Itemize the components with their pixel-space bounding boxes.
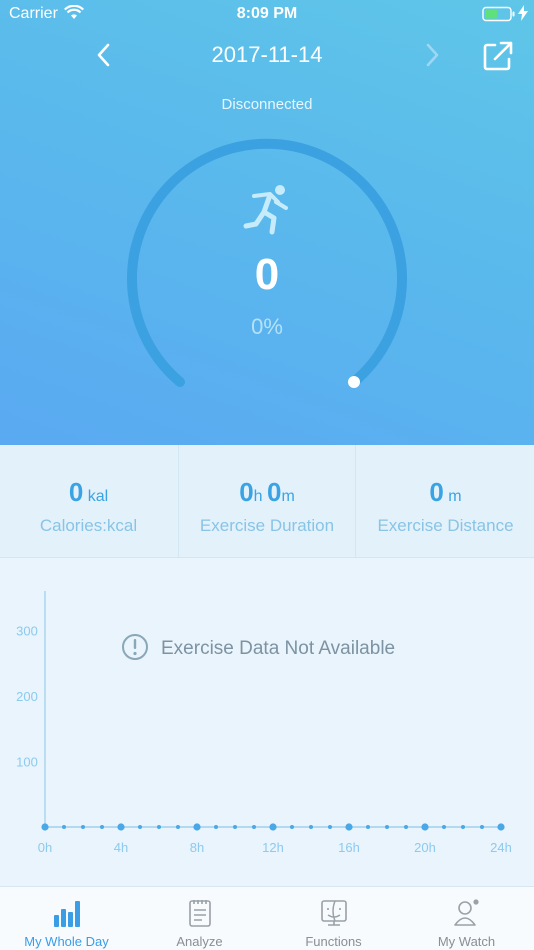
connection-status: Disconnected (221, 96, 313, 113)
tab-my-whole-day[interactable]: My Whole Day (0, 887, 133, 950)
tab-my-watch[interactable]: My Watch (400, 887, 533, 950)
duration-minutes-value: 0 (267, 477, 282, 507)
x-tick-label: 4h (114, 840, 128, 855)
data-point (497, 823, 505, 831)
tab-label: Functions (305, 934, 362, 949)
x-tick-label: 24h (490, 840, 512, 855)
data-point (269, 823, 277, 831)
data-point (309, 825, 313, 829)
battery-icon (482, 6, 515, 22)
x-tick-label: 20h (414, 840, 436, 855)
distance-value: 0 (429, 477, 444, 507)
calories-unit: kal (87, 488, 109, 505)
empty-data-notice: Exercise Data Not Available (122, 634, 395, 660)
data-point (157, 825, 161, 829)
exercise-distance-label: Exercise Distance (377, 516, 514, 535)
x-tick-label: 12h (262, 840, 284, 855)
exercise-chart: 100 200 300 0h 4h 8h 12h 16h 20h 24h Exercise Dat… (0, 559, 534, 886)
calories-stat: 0 kal Calories:kcal (0, 445, 177, 558)
data-point (442, 825, 446, 829)
data-point (41, 823, 49, 831)
data-point (345, 823, 353, 831)
gauge-progress-marker (348, 376, 360, 388)
data-point (290, 825, 294, 829)
data-point (62, 825, 66, 829)
exercise-distance-stat: 0 m Exercise Distance (357, 445, 534, 558)
running-icon (243, 185, 288, 235)
data-point (328, 825, 332, 829)
data-point (138, 825, 142, 829)
x-tick-label: 0h (38, 840, 52, 855)
data-point (385, 825, 389, 829)
user-profile-icon (453, 899, 479, 926)
charging-bolt-icon (518, 5, 528, 21)
distance-unit: m (448, 488, 462, 505)
data-point (461, 825, 465, 829)
x-tick-label: 8h (190, 840, 204, 855)
status-bar: Carrier 8:09 PM (0, 0, 534, 28)
notepad-icon (188, 900, 211, 927)
y-tick-label: 200 (16, 689, 38, 704)
data-point (480, 825, 484, 829)
data-point (366, 825, 370, 829)
x-tick-label: 16h (338, 840, 360, 855)
calories-value: 0 (68, 477, 84, 507)
duration-hours-value: 0 (239, 477, 254, 507)
goal-percent: 0% (251, 314, 283, 339)
duration-hours-unit: h (253, 488, 263, 505)
tab-functions[interactable]: Functions (267, 887, 400, 950)
next-day-button[interactable] (420, 40, 444, 70)
tab-label: Analyze (176, 934, 223, 949)
data-point (214, 825, 218, 829)
y-tick-label: 300 (16, 623, 38, 638)
finder-face-icon (320, 900, 347, 926)
data-point (100, 825, 104, 829)
hero-panel: Carrier 8:09 PM 2017-11-14 Disconnected (0, 0, 534, 445)
exercise-duration-label: Exercise Duration (199, 516, 335, 535)
data-point (117, 823, 125, 831)
y-tick-label: 100 (16, 754, 38, 769)
current-date: 2017-11-14 (211, 42, 323, 67)
info-icon (122, 634, 148, 660)
tab-label: My Watch (437, 934, 496, 949)
stats-panel: 0 kal Calories:kcal 0h 0m Exercise Durat… (0, 445, 534, 558)
data-point (404, 825, 408, 829)
data-point (421, 823, 429, 831)
duration-minutes-unit: m (281, 488, 295, 505)
exercise-chart-plot: 100 200 300 0h 4h 8h 12h 16h 20h 24h Exercise Dat… (16, 591, 512, 855)
data-point (81, 825, 85, 829)
step-count: 0 (254, 250, 280, 299)
share-icon[interactable] (482, 40, 514, 72)
tab-label: My Whole Day (24, 934, 109, 949)
data-point (176, 825, 180, 829)
calories-label: Calories:kcal (39, 516, 138, 535)
data-point (252, 825, 256, 829)
tab-bar: My Whole Day Analyze Functions My Watch (0, 886, 534, 950)
exercise-duration-stat: 0h 0m Exercise Duration (178, 445, 356, 558)
empty-data-message: Exercise Data Not Available (161, 638, 395, 659)
status-time: 8:09 PM (236, 5, 298, 22)
data-point (193, 823, 201, 831)
bar-chart-icon (53, 901, 80, 927)
data-point (233, 825, 237, 829)
tab-analyze[interactable]: Analyze (133, 887, 266, 950)
